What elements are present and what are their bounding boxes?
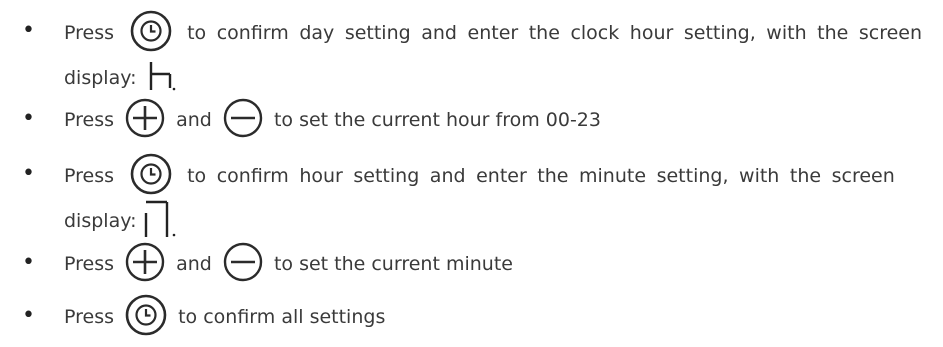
bullet-marker: • <box>22 106 35 131</box>
item-5-text: to confirm all settings <box>178 305 386 328</box>
bullet-marker: • <box>22 18 35 43</box>
bullet-marker: • <box>22 303 35 328</box>
hour-display-symbol <box>148 60 178 96</box>
press-label: Press <box>64 108 115 131</box>
press-label: Press <box>64 252 115 275</box>
clock-icon <box>130 153 172 199</box>
plus-icon <box>125 242 165 286</box>
press-label: Press <box>64 164 115 187</box>
clock-icon <box>130 10 172 56</box>
item-3-line-1: Press to confirm hour setting and enter … <box>64 153 895 199</box>
item-3-text: to confirm hour setting and enter the mi… <box>187 164 895 187</box>
minus-icon <box>223 98 263 142</box>
item-4-text: to set the current minute <box>273 252 513 275</box>
and-label: and <box>176 108 212 131</box>
item-4-line-1: Press and to set the current minute <box>64 242 513 286</box>
bullet-marker: • <box>22 161 35 186</box>
press-label: Press <box>64 21 115 44</box>
item-1-text: to confirm day setting and enter the clo… <box>187 21 923 44</box>
item-1-line-2: display: <box>64 60 178 96</box>
press-label: Press <box>64 305 115 328</box>
display-label: display: <box>64 209 137 232</box>
minute-display-symbol <box>143 199 177 243</box>
bullet-marker: • <box>22 250 35 275</box>
item-2-line-1: Press and to set the current hour from 0… <box>64 98 601 142</box>
display-label: display: <box>64 66 137 89</box>
plus-icon <box>125 98 165 142</box>
and-label: and <box>176 252 212 275</box>
item-3-line-2: display: <box>64 199 177 243</box>
item-1-line-1: Press to confirm day setting and enter t… <box>64 10 922 56</box>
clock-icon <box>125 294 167 340</box>
minus-icon <box>223 242 263 286</box>
item-2-text: to set the current hour from 00-23 <box>273 108 601 131</box>
item-5-line-1: Press to confirm all settings <box>64 294 385 340</box>
